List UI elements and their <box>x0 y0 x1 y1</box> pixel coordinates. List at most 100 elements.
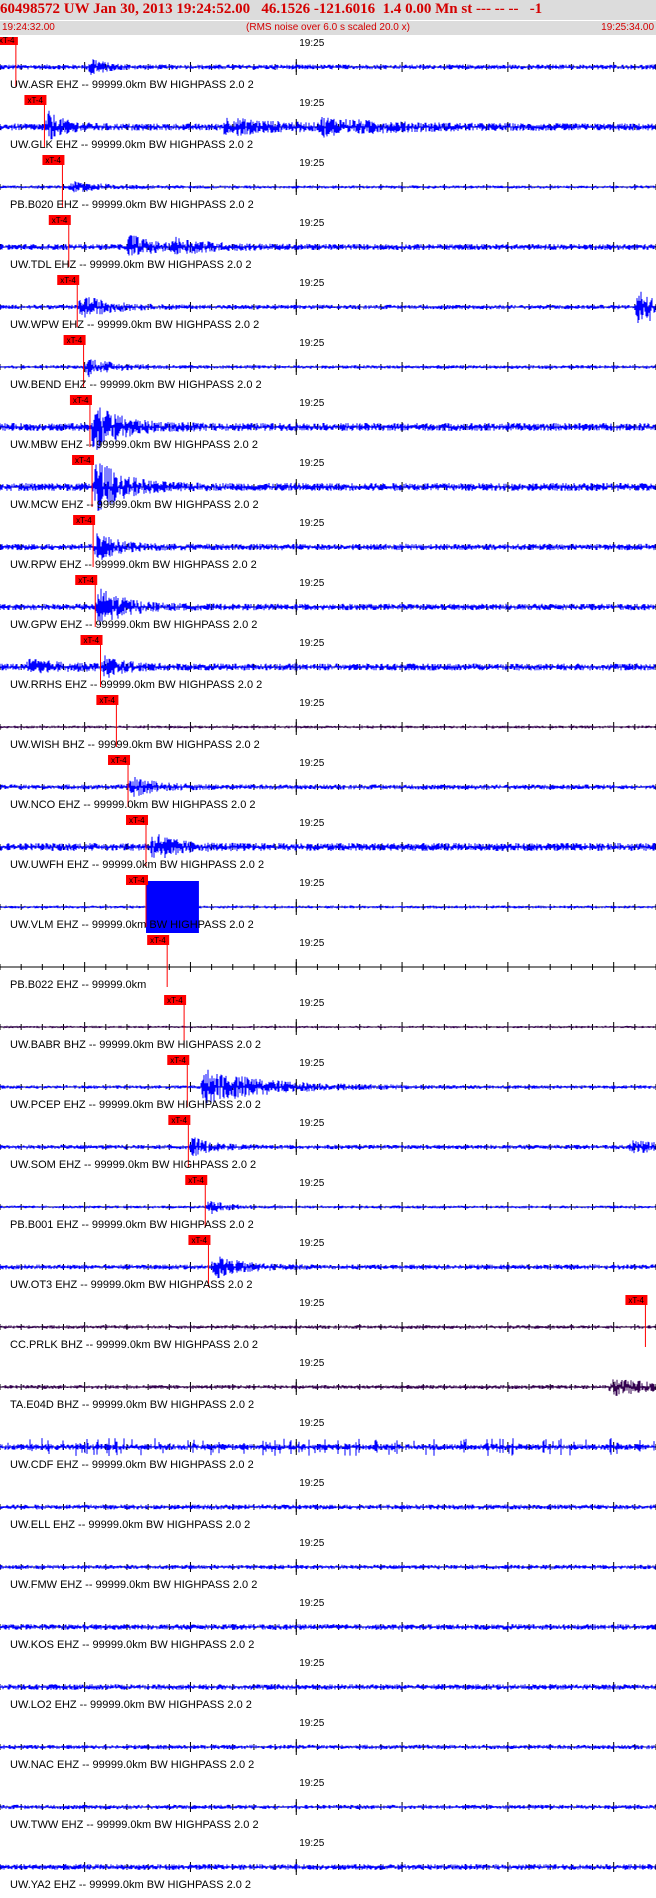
minute-label: 19:25 <box>299 38 324 49</box>
minute-label: 19:25 <box>299 338 324 349</box>
end-time-label: 19:25:34.00 <box>601 22 654 33</box>
station-label: UW.WISH BHZ -- 99999.0km BW HIGHPASS 2.0… <box>10 739 260 751</box>
station-label: TA.E04D BHZ -- 99999.0km BW HIGHPASS 2.0… <box>10 1399 254 1411</box>
waveform-trace <box>0 1256 656 1279</box>
station-label: UW.FMW EHZ -- 99999.0km BW HIGHPASS 2.0 … <box>10 1579 257 1591</box>
waveform-trace <box>0 533 656 560</box>
minute-label: 19:25 <box>299 1358 324 1369</box>
pick-label: xT-4 <box>76 516 92 525</box>
minute-label: 19:25 <box>299 458 324 469</box>
station-label: PB.B001 EHZ -- 99999.0km BW HIGHPASS 2.0… <box>10 1219 254 1231</box>
minute-label: 19:25 <box>299 1598 324 1609</box>
station-label: UW.TWW EHZ -- 99999.0km BW HIGHPASS 2.0 … <box>10 1819 259 1831</box>
minute-label: 19:25 <box>299 1058 324 1069</box>
event-title: 60498572 UW Jan 30, 2013 19:24:52.00 46.… <box>0 0 656 20</box>
pick-label: xT-4 <box>170 1056 186 1065</box>
minute-label: 19:25 <box>299 878 324 889</box>
waveform-trace <box>0 834 656 858</box>
waveform-trace <box>0 1564 656 1570</box>
waveform-trace <box>0 1325 656 1329</box>
station-label: UW.UWFH EHZ -- 99999.0km BW HIGHPASS 2.0… <box>10 859 264 871</box>
pick-label: xT-4 <box>78 576 94 585</box>
pick-label: xT-4 <box>99 696 115 705</box>
pick-label: xT-4 <box>628 1296 644 1305</box>
waveform-trace <box>0 235 656 256</box>
waveform-trace <box>0 1624 656 1630</box>
minute-label: 19:25 <box>299 938 324 949</box>
station-label: UW.GPW EHZ -- 99999.0km BW HIGHPASS 2.0 … <box>10 619 257 631</box>
station-label: UW.GLK EHZ -- 99999.0km BW HIGHPASS 2.0 … <box>10 139 253 151</box>
minute-label: 19:25 <box>299 1478 324 1489</box>
pick-label: xT-4 <box>60 276 76 285</box>
station-label: UW.BEND EHZ -- 99999.0km BW HIGHPASS 2.0… <box>10 379 262 391</box>
pick-label: xT-4 <box>67 336 83 345</box>
station-label: UW.WPW EHZ -- 99999.0km BW HIGHPASS 2.0 … <box>10 319 259 331</box>
waveform-trace <box>0 1025 656 1029</box>
station-label: UW.MBW EHZ -- 99999.0km BW HIGHPASS 2.0 … <box>10 439 258 451</box>
waveform-trace <box>0 1804 656 1810</box>
station-label: UW.BABR BHZ -- 99999.0km BW HIGHPASS 2.0… <box>10 1039 261 1051</box>
waveform-trace <box>0 655 656 678</box>
pick-label: xT-4 <box>84 636 100 645</box>
station-label: PB.B022 EHZ -- 99999.0km <box>10 979 146 991</box>
station-label: UW.LO2 EHZ -- 99999.0km BW HIGHPASS 2.0 … <box>10 1699 252 1711</box>
waveform-trace <box>0 1504 656 1510</box>
station-label: UW.PCEP EHZ -- 99999.0km BW HIGHPASS 2.0… <box>10 1099 261 1111</box>
waveform-trace <box>0 777 656 797</box>
pick-label: xT-4 <box>191 1236 207 1245</box>
station-label: UW.ELL EHZ -- 99999.0km BW HIGHPASS 2.0 … <box>10 1519 250 1531</box>
minute-label: 19:25 <box>299 398 324 409</box>
station-label: UW.MCW EHZ -- 99999.0km BW HIGHPASS 2.0 … <box>10 499 259 511</box>
pick-label: xT-4 <box>45 156 61 165</box>
waveform-trace <box>0 1684 656 1690</box>
minute-label: 19:25 <box>299 1658 324 1669</box>
waveform-trace <box>0 1864 656 1870</box>
station-label: CC.PRLK BHZ -- 99999.0km BW HIGHPASS 2.0… <box>10 1339 258 1351</box>
minute-label: 19:25 <box>299 578 324 589</box>
minute-label: 19:25 <box>299 1118 324 1129</box>
pick-label: xT-4 <box>129 816 145 825</box>
minute-label: 19:25 <box>299 818 324 829</box>
seismogram-plot: 19:25 xT-4 UW.ASR EHZ -- 99999.0km BW HIGH… <box>0 37 656 1891</box>
pick-label: xT-4 <box>150 936 166 945</box>
pick-label: xT-4 <box>129 876 145 885</box>
pick-label: xT-4 <box>73 396 89 405</box>
pick-label: xT-4 <box>75 456 91 465</box>
pick-label: xT-4 <box>0 37 15 45</box>
station-label: UW.NAC EHZ -- 99999.0km BW HIGHPASS 2.0 … <box>10 1759 254 1771</box>
waveform-trace <box>0 1744 656 1750</box>
station-label: UW.ASR EHZ -- 99999.0km BW HIGHPASS 2.0 … <box>10 79 254 91</box>
minute-label: 19:25 <box>299 1298 324 1309</box>
station-label: UW.RRHS EHZ -- 99999.0km BW HIGHPASS 2.0… <box>10 679 262 691</box>
minute-label: 19:25 <box>299 278 324 289</box>
pick-label: xT-4 <box>52 216 68 225</box>
rms-noise-note: (RMS noise over 6.0 s scaled 20.0 x) <box>246 22 410 33</box>
station-label: UW.CDF EHZ -- 99999.0km BW HIGHPASS 2.0 … <box>10 1459 254 1471</box>
waveform-trace <box>0 110 656 140</box>
waveform-trace <box>0 1379 656 1396</box>
time-range-bar: 19:24:32.00 (RMS noise over 6.0 s scaled… <box>0 21 656 35</box>
pick-label: xT-4 <box>188 1176 204 1185</box>
pick-label: xT-4 <box>111 756 127 765</box>
minute-label: 19:25 <box>299 998 324 1009</box>
pick-label: xT-4 <box>27 96 43 105</box>
minute-label: 19:25 <box>299 1178 324 1189</box>
station-label: UW.RPW EHZ -- 99999.0km BW HIGHPASS 2.0 … <box>10 559 257 571</box>
minute-label: 19:25 <box>299 1778 324 1789</box>
station-label: UW.KOS EHZ -- 99999.0km BW HIGHPASS 2.0 … <box>10 1639 254 1651</box>
station-label: UW.SOM EHZ -- 99999.0km BW HIGHPASS 2.0 … <box>10 1159 256 1171</box>
minute-label: 19:25 <box>299 158 324 169</box>
pick-label: xT-4 <box>171 1116 187 1125</box>
waveform-trace <box>0 59 656 75</box>
waveform-trace <box>0 359 656 378</box>
station-label: UW.TDL EHZ -- 99999.0km BW HIGHPASS 2.0 … <box>10 259 251 271</box>
minute-label: 19:25 <box>299 98 324 109</box>
minute-label: 19:25 <box>299 1418 324 1429</box>
minute-label: 19:25 <box>299 218 324 229</box>
waveform-trace <box>0 1438 656 1456</box>
station-label: PB.B020 EHZ -- 99999.0km BW HIGHPASS 2.0… <box>10 199 254 211</box>
pick-label: xT-4 <box>167 996 183 1005</box>
waveform-trace <box>0 181 656 193</box>
waveform-trace <box>0 905 656 909</box>
waveform-trace <box>0 1201 656 1214</box>
